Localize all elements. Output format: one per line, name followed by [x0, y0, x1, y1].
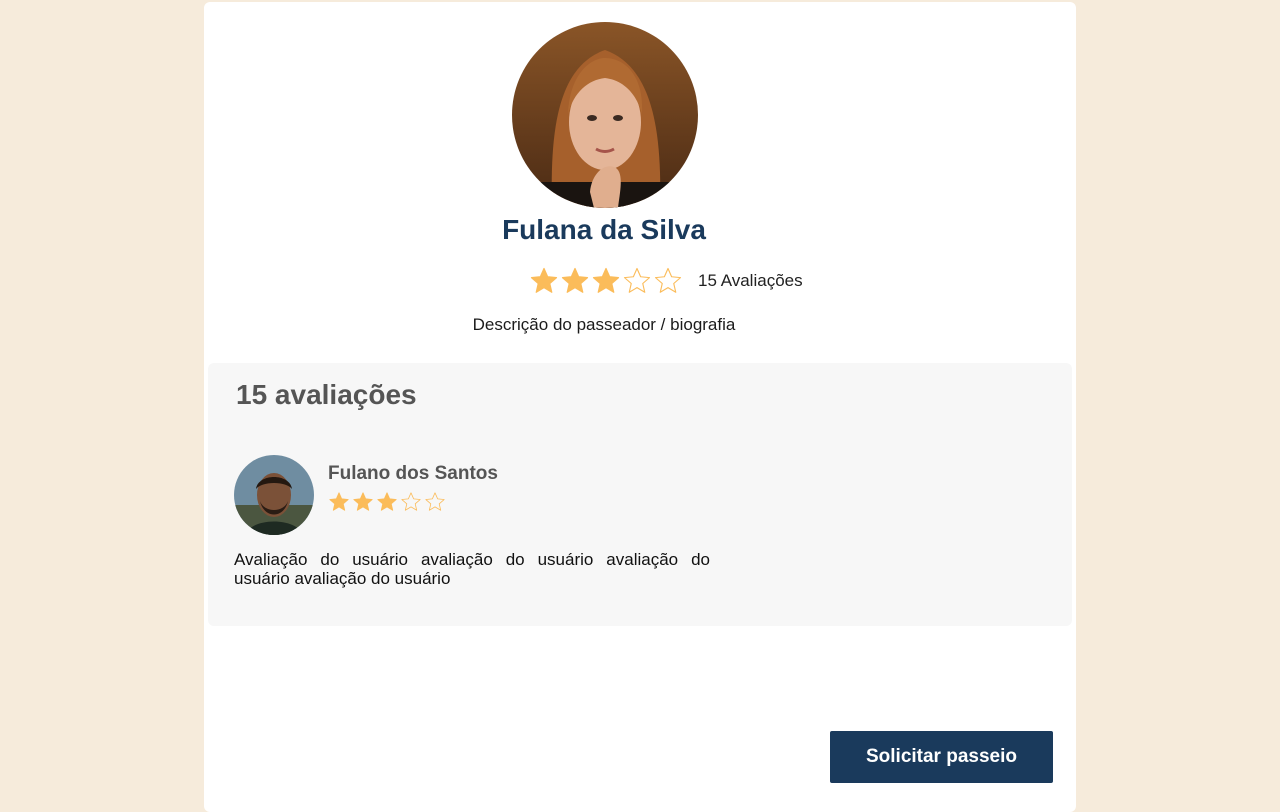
- star-empty-icon: [622, 266, 652, 296]
- review-text: Avaliação do usuário avaliação do usuári…: [234, 550, 710, 588]
- walker-avatar: [512, 22, 698, 208]
- request-walk-button[interactable]: Solicitar passeio: [830, 731, 1053, 783]
- star-filled-icon: [376, 491, 398, 513]
- reviews-section: 15 avaliações Fulano dos Santos Avaliaçã…: [208, 363, 1072, 626]
- walker-rating: 15 Avaliações: [529, 265, 803, 297]
- walker-profile-card: Fulana da Silva 15 Avaliações Descrição …: [204, 2, 1076, 812]
- star-filled-icon: [529, 266, 559, 296]
- reviews-heading: 15 avaliações: [236, 379, 417, 410]
- star-empty-icon: [653, 266, 683, 296]
- star-filled-icon: [591, 266, 621, 296]
- reviewer-avatar: [234, 455, 314, 535]
- walker-name: Fulana da Silva: [502, 214, 706, 245]
- star-empty-icon: [400, 491, 422, 513]
- walker-bio: Descrição do passeador / biografia: [472, 315, 736, 334]
- rating-stars: [529, 266, 684, 296]
- star-filled-icon: [352, 491, 374, 513]
- review-rating-stars: [328, 491, 448, 513]
- rating-count: 15 Avaliações: [698, 271, 803, 290]
- star-filled-icon: [328, 491, 350, 513]
- reviewer-name: Fulano dos Santos: [328, 463, 498, 484]
- star-filled-icon: [560, 266, 590, 296]
- star-empty-icon: [424, 491, 446, 513]
